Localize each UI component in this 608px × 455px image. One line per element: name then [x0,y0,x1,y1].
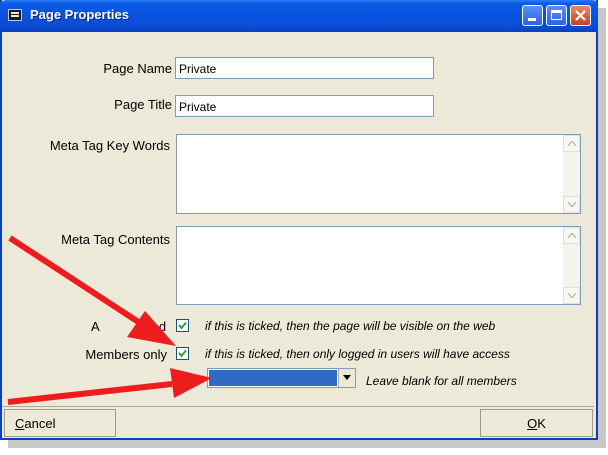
scroll-down-icon[interactable] [563,196,580,213]
activated-hint: if this is ticked, then the page will be… [205,319,496,333]
members-only-hint: if this is ticked, then only logged in u… [205,347,510,361]
window-title: Page Properties [30,7,129,22]
ok-accelerator: O [527,415,538,431]
member-group-value [209,370,337,386]
maximize-icon[interactable] [546,5,567,26]
ok-button[interactable]: OK [480,409,593,437]
activated-label-start: A [91,319,100,334]
member-group-hint: Leave blank for all members [366,374,517,388]
scroll-up-icon[interactable] [563,135,580,152]
activated-label-end: ted [148,319,167,334]
ok-label: K [537,415,546,431]
meta-keywords-textarea[interactable] [176,134,581,214]
scroll-up-icon[interactable] [563,227,580,244]
cancel-accelerator: C [15,415,25,431]
minimize-icon[interactable] [522,5,543,26]
close-icon[interactable] [570,5,591,26]
members-only-checkbox[interactable] [176,347,189,360]
page-title-label: Page Title [114,97,172,112]
scroll-down-icon[interactable] [563,287,580,304]
page-title-input[interactable]: Private [175,95,434,117]
meta-keywords-label: Meta Tag Key Words [49,138,170,153]
meta-keywords-scrollbar[interactable] [563,135,580,213]
cancel-label: ancel [24,415,56,431]
app-icon [8,9,22,21]
meta-contents-textarea[interactable] [176,226,581,305]
meta-contents-label: Meta Tag Contents [61,232,170,247]
meta-contents-scrollbar[interactable] [563,227,580,304]
page-name-input[interactable]: Private [175,57,434,79]
members-only-label: Members only [85,347,167,362]
activated-checkbox[interactable] [176,319,189,332]
member-group-select[interactable] [207,368,356,388]
cancel-button[interactable]: Cancel [4,409,116,437]
chevron-down-icon[interactable] [338,369,355,387]
title-bar[interactable]: Page Properties [0,0,598,32]
page-name-label: Page Name [103,61,172,76]
